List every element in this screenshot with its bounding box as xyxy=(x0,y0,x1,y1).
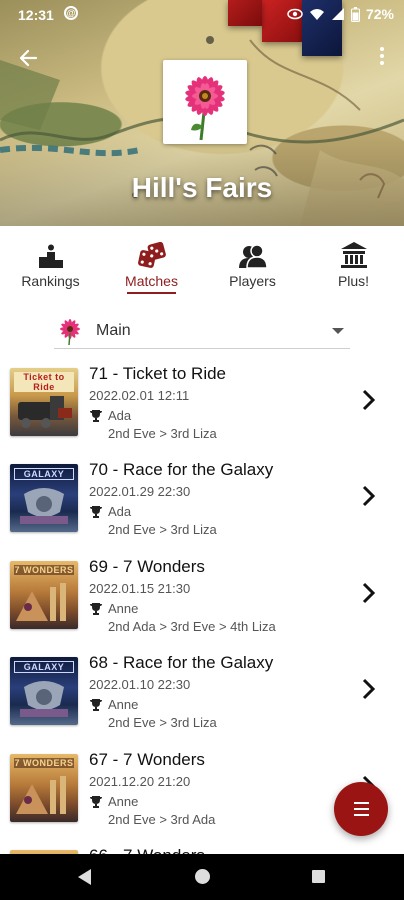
game-cover-ticket-to-ride: Ticket to Ride xyxy=(10,368,78,436)
group-selector[interactable]: Main xyxy=(54,314,350,349)
match-winner: Ada xyxy=(108,504,132,519)
menu-fab[interactable] xyxy=(334,782,388,836)
pyramid-icon xyxy=(16,583,66,621)
match-ranking: 2nd Eve > 3rd Liza xyxy=(108,426,217,441)
dot xyxy=(380,61,384,65)
trophy-icon xyxy=(90,796,102,808)
notification-icon: @ xyxy=(64,6,78,20)
eye-icon xyxy=(287,8,303,20)
game-cover-race-for-the-galaxy: GALAXY xyxy=(10,464,78,532)
arrow-left-icon xyxy=(19,49,38,67)
match-date: 2022.01.10 22:30 xyxy=(89,677,191,692)
trophy-icon xyxy=(90,410,102,422)
game-cover-race-for-the-galaxy: GALAXY xyxy=(10,657,78,725)
match-winner: Anne xyxy=(108,697,139,712)
train-icon xyxy=(18,396,72,428)
match-ranking: 2nd Eve > 3rd Liza xyxy=(108,715,217,730)
match-item[interactable]: 7 WONDERS 69 - 7 Wonders 2022.01.15 21:3… xyxy=(0,551,404,647)
match-date: 2022.01.15 21:30 xyxy=(89,581,191,596)
match-list[interactable]: Ticket to Ride 71 - Ticket to Ride 2022.… xyxy=(0,358,404,854)
match-winner: Ada xyxy=(108,408,132,423)
match-item[interactable]: GALAXY 68 - Race for the Galaxy 2022.01.… xyxy=(0,647,404,743)
status-bar: 12:31 @ 72% xyxy=(0,0,404,30)
tab-rankings[interactable]: Rankings xyxy=(0,226,101,296)
menu-icon xyxy=(354,808,369,810)
club-title: Hill's Fairs xyxy=(131,172,273,203)
menu-icon xyxy=(354,814,369,816)
system-nav-bar xyxy=(0,854,404,900)
match-title: 68 - Race for the Galaxy xyxy=(89,653,274,672)
match-title: 66 - 7 Wonders xyxy=(89,846,205,854)
pyramid-icon xyxy=(16,776,66,814)
battery-level: 72% xyxy=(365,6,394,22)
tab-label: Rankings xyxy=(21,273,80,289)
tab-label: Players xyxy=(229,273,276,289)
club-logo xyxy=(163,60,247,144)
dot xyxy=(380,47,384,51)
status-time: 12:31 xyxy=(18,7,54,23)
tab-bar: Rankings Matches Players Plus! xyxy=(0,226,404,296)
match-ranking: 2nd Eve > 3rd Ada xyxy=(108,812,216,827)
tab-matches[interactable]: Matches xyxy=(101,226,202,296)
caret-down-icon xyxy=(332,328,344,334)
overflow-menu-button[interactable] xyxy=(372,44,392,72)
tab-label: Plus! xyxy=(337,273,370,289)
match-winner: Anne xyxy=(108,601,139,616)
game-cover-7-wonders: 7 WONDERS xyxy=(10,754,78,822)
temple-icon xyxy=(340,242,367,268)
trophy-icon xyxy=(90,506,102,518)
menu-icon xyxy=(354,802,369,804)
nav-back-icon[interactable] xyxy=(78,869,91,885)
flower-icon xyxy=(185,76,225,141)
club-header: 12:31 @ 72% Hill's Fairs xyxy=(0,0,404,226)
nav-recents-icon[interactable] xyxy=(312,870,325,883)
match-title: 71 - Ticket to Ride xyxy=(89,364,227,383)
tab-label: Matches xyxy=(125,273,178,289)
spaceship-icon xyxy=(20,488,68,524)
match-ranking: 2nd Eve > 3rd Liza xyxy=(108,522,217,537)
group-selector-value: Main xyxy=(96,322,131,339)
match-title: 69 - 7 Wonders xyxy=(89,557,205,576)
back-button[interactable] xyxy=(14,44,42,72)
flower-icon xyxy=(60,319,80,345)
match-title: 70 - Race for the Galaxy xyxy=(89,460,274,479)
chevron-right-icon[interactable] xyxy=(360,484,376,508)
spaceship-icon xyxy=(20,681,68,717)
dice-icon xyxy=(137,242,166,268)
match-ranking: 2nd Ada > 3rd Eve > 4th Liza xyxy=(108,619,276,634)
match-winner: Anne xyxy=(108,794,139,809)
match-item[interactable]: Ticket to Ride 71 - Ticket to Ride 2022.… xyxy=(0,358,404,454)
chevron-right-icon[interactable] xyxy=(360,388,376,412)
nav-home-icon[interactable] xyxy=(195,869,210,884)
game-cover-7-wonders: 7 WONDERS xyxy=(10,561,78,629)
tab-plus[interactable]: Plus! xyxy=(303,226,404,296)
battery-icon xyxy=(350,6,360,22)
match-item[interactable]: 66 - 7 Wonders xyxy=(0,840,404,854)
trophy-icon xyxy=(90,603,102,615)
match-item[interactable]: GALAXY 70 - Race for the Galaxy 2022.01.… xyxy=(0,454,404,550)
chevron-right-icon[interactable] xyxy=(360,677,376,701)
players-icon xyxy=(238,244,268,268)
match-title: 67 - 7 Wonders xyxy=(89,750,205,769)
signal-icon xyxy=(331,8,344,20)
dot xyxy=(380,54,384,58)
match-date: 2022.02.01 12:11 xyxy=(89,388,190,403)
match-date: 2021.12.20 21:20 xyxy=(89,774,191,789)
match-date: 2022.01.29 22:30 xyxy=(89,484,191,499)
active-tab-indicator xyxy=(127,292,176,294)
trophy-icon xyxy=(90,699,102,711)
wifi-icon xyxy=(309,9,324,20)
chevron-right-icon[interactable] xyxy=(360,581,376,605)
podium-icon xyxy=(38,244,63,268)
tab-players[interactable]: Players xyxy=(202,226,303,296)
